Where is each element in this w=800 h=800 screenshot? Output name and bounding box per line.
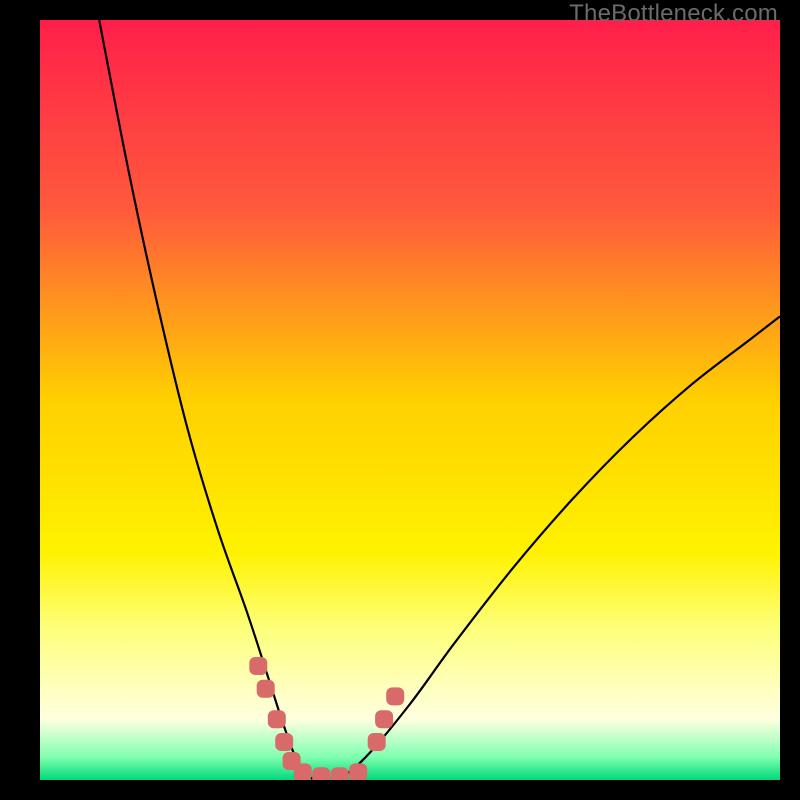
marker-dot xyxy=(331,767,349,780)
marker-dot xyxy=(257,680,275,698)
marker-dot xyxy=(368,733,386,751)
chart-frame: TheBottleneck.com xyxy=(0,0,800,800)
marker-dot xyxy=(375,710,393,728)
bottleneck-chart xyxy=(40,20,780,780)
marker-dot xyxy=(349,763,367,780)
marker-dot xyxy=(386,687,404,705)
marker-dot xyxy=(312,767,330,780)
marker-dot xyxy=(268,710,286,728)
marker-dot xyxy=(294,763,312,780)
marker-dot xyxy=(249,657,267,675)
marker-dot xyxy=(275,733,293,751)
plot-background xyxy=(40,20,780,780)
